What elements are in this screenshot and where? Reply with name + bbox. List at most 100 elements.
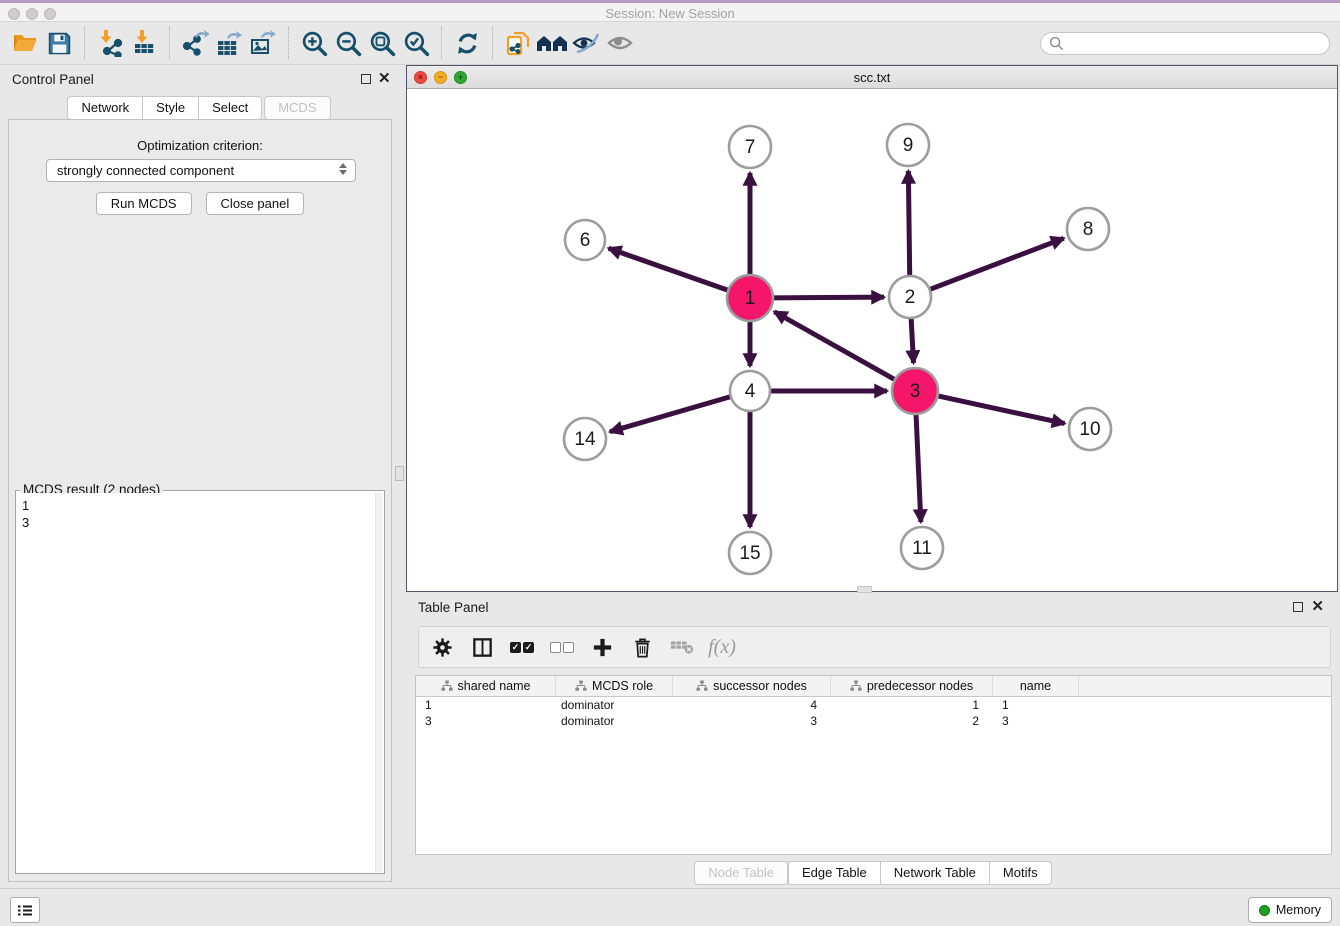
graph-edge-4-14[interactable] bbox=[610, 396, 734, 432]
app-titlebar: Session: New Session bbox=[0, 0, 1340, 22]
tab-select[interactable]: Select bbox=[198, 96, 262, 120]
import-table-button[interactable] bbox=[127, 26, 161, 60]
memory-button[interactable]: Memory bbox=[1248, 897, 1332, 923]
zoom-out-icon bbox=[335, 30, 362, 57]
deselect-all-icon[interactable] bbox=[549, 634, 575, 660]
result-line: 1 bbox=[22, 497, 375, 514]
zoom-out-button[interactable] bbox=[331, 26, 365, 60]
graph-node-label-3: 3 bbox=[910, 381, 921, 402]
houses-icon bbox=[536, 30, 568, 56]
show-all-button[interactable] bbox=[603, 26, 637, 60]
float-table-panel-icon[interactable] bbox=[1293, 602, 1303, 612]
column-header-predecessor-nodes[interactable]: predecessor nodes bbox=[831, 676, 993, 696]
column-header-mcds-role[interactable]: MCDS role bbox=[556, 676, 673, 696]
graph-node-label-6: 6 bbox=[580, 230, 591, 251]
graph-edge-2-9[interactable] bbox=[908, 171, 909, 279]
run-mcds-button[interactable]: Run MCDS bbox=[96, 192, 192, 215]
tab-style[interactable]: Style bbox=[142, 96, 198, 120]
toolbar-separator bbox=[169, 27, 170, 59]
network-window-titlebar[interactable]: × − + scc.txt bbox=[407, 66, 1337, 89]
graph-node-label-14: 14 bbox=[574, 429, 596, 450]
graph-edge-3-1[interactable] bbox=[774, 312, 897, 381]
vertical-splitter-handle[interactable] bbox=[395, 466, 404, 481]
window-title: Session: New Session bbox=[0, 6, 1340, 21]
table-toolbar: ✓ ✓ bbox=[418, 626, 1331, 668]
graph-node-label-11: 11 bbox=[912, 538, 932, 559]
first-neighbors-button[interactable] bbox=[535, 26, 569, 60]
save-icon bbox=[47, 31, 72, 56]
optimization-criterion-select[interactable]: strongly connected component bbox=[46, 159, 356, 182]
column-header-successor-nodes[interactable]: successor nodes bbox=[673, 676, 831, 696]
toolbar-separator bbox=[492, 27, 493, 59]
network-from-selection-button[interactable] bbox=[501, 26, 535, 60]
table-row[interactable]: 1 dominator 4 1 1 bbox=[416, 697, 1331, 713]
columns-icon[interactable] bbox=[469, 634, 495, 660]
graph-node-label-4: 4 bbox=[745, 381, 756, 402]
horizontal-splitter-handle[interactable] bbox=[857, 586, 872, 593]
table-row[interactable]: 3 dominator 3 2 3 bbox=[416, 713, 1331, 729]
node-table: shared name MCDS role successor nodes pr… bbox=[415, 675, 1332, 855]
zoom-selected-button[interactable] bbox=[399, 26, 433, 60]
memory-label: Memory bbox=[1276, 903, 1321, 917]
result-scrollbar[interactable] bbox=[375, 493, 383, 872]
graph-edge-2-3[interactable] bbox=[911, 315, 914, 363]
export-image-button[interactable] bbox=[246, 26, 280, 60]
graph-edge-1-6[interactable] bbox=[609, 248, 732, 291]
import-network-button[interactable] bbox=[93, 26, 127, 60]
add-column-icon[interactable] bbox=[589, 634, 615, 660]
gear-icon[interactable] bbox=[429, 634, 455, 660]
delete-column-icon[interactable] bbox=[629, 634, 655, 660]
tab-mcds[interactable]: MCDS bbox=[264, 96, 330, 120]
save-session-button[interactable] bbox=[42, 26, 76, 60]
network-from-selection-icon bbox=[504, 29, 532, 57]
eye-icon bbox=[605, 30, 635, 56]
column-header-shared-name[interactable]: shared name bbox=[416, 676, 556, 696]
tab-network-table[interactable]: Network Table bbox=[880, 861, 989, 885]
hide-selected-button[interactable] bbox=[569, 26, 603, 60]
open-folder-icon bbox=[11, 30, 39, 56]
mcds-result-group: MCDS result (2 nodes) 1 3 bbox=[15, 490, 385, 874]
graph-edge-1-2[interactable] bbox=[770, 297, 884, 298]
export-table-button[interactable] bbox=[212, 26, 246, 60]
network-canvas[interactable]: 7968124314101511 bbox=[407, 89, 1337, 591]
graph-node-label-9: 9 bbox=[903, 135, 914, 156]
mcds-panel: Optimization criterion: strongly connect… bbox=[8, 119, 392, 882]
hierarchy-icon bbox=[850, 680, 862, 692]
network-view-window: × − + scc.txt 7968124314101511 bbox=[406, 65, 1338, 592]
float-panel-icon[interactable] bbox=[361, 74, 371, 84]
function-builder-icon[interactable]: f(x) bbox=[709, 634, 735, 660]
control-panel-tabs: Network Style Select MCDS bbox=[0, 96, 398, 120]
close-panel-icon[interactable]: ✕ bbox=[378, 74, 391, 84]
zoom-selected-icon bbox=[403, 30, 430, 57]
open-session-button[interactable] bbox=[8, 26, 42, 60]
import-table-icon bbox=[130, 29, 158, 57]
graph-node-label-8: 8 bbox=[1083, 219, 1094, 240]
mcds-result-text[interactable]: 1 3 bbox=[16, 493, 375, 873]
delete-table-icon[interactable] bbox=[669, 634, 695, 660]
close-panel-button[interactable]: Close panel bbox=[206, 192, 305, 215]
graph-edge-3-10[interactable] bbox=[935, 395, 1065, 423]
graph-edge-3-11[interactable] bbox=[916, 411, 921, 522]
zoom-fit-button[interactable] bbox=[365, 26, 399, 60]
tab-network[interactable]: Network bbox=[67, 96, 142, 120]
import-network-icon bbox=[96, 29, 124, 57]
export-network-icon bbox=[181, 29, 209, 57]
export-network-button[interactable] bbox=[178, 26, 212, 60]
tab-motifs[interactable]: Motifs bbox=[989, 861, 1052, 885]
refresh-button[interactable] bbox=[450, 26, 484, 60]
network-view-title: scc.txt bbox=[407, 70, 1337, 85]
search-input[interactable] bbox=[1040, 32, 1330, 55]
search-icon bbox=[1049, 36, 1064, 51]
status-bar: Memory bbox=[0, 888, 1340, 926]
select-all-icon[interactable]: ✓ ✓ bbox=[509, 634, 535, 660]
task-history-button[interactable] bbox=[10, 897, 40, 923]
graph-node-label-7: 7 bbox=[745, 137, 756, 158]
graph-edge-2-8[interactable] bbox=[927, 238, 1064, 290]
tab-edge-table[interactable]: Edge Table bbox=[788, 861, 880, 885]
chevron-up-down-icon bbox=[339, 163, 347, 175]
column-header-name[interactable]: name bbox=[993, 676, 1079, 696]
close-table-panel-icon[interactable]: ✕ bbox=[1311, 602, 1324, 612]
tab-node-table[interactable]: Node Table bbox=[694, 861, 788, 885]
zoom-in-button[interactable] bbox=[297, 26, 331, 60]
graph-node-label-15: 15 bbox=[739, 543, 760, 564]
